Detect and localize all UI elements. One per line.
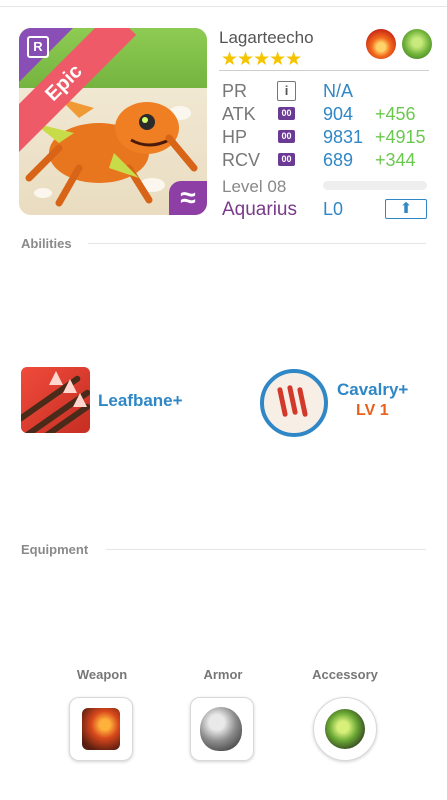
stat-label: PR bbox=[222, 81, 248, 101]
abilities-divider bbox=[88, 243, 426, 244]
ability-level: LV 1 bbox=[356, 402, 389, 419]
claw-mark bbox=[276, 386, 289, 418]
limit-break-level: L0 bbox=[323, 199, 344, 219]
equipment-divider bbox=[106, 549, 426, 550]
stat-bonus: +344 bbox=[375, 150, 416, 170]
upgrade-button[interactable]: ⬆ bbox=[385, 199, 427, 219]
stat-value: 9831 bbox=[323, 127, 364, 147]
name-divider bbox=[219, 70, 429, 71]
leaf-icon bbox=[402, 29, 433, 59]
arrow-up-icon: ⬆ bbox=[399, 200, 413, 217]
monster-portrait[interactable]: Epic R ≈ bbox=[19, 28, 207, 215]
accessory-icon bbox=[325, 709, 365, 749]
weapon-label: Weapon bbox=[76, 667, 128, 682]
stat-label: RCV bbox=[222, 150, 261, 170]
leafbane-spike bbox=[49, 371, 63, 385]
stat-label: ATK bbox=[222, 104, 256, 124]
leafbane-icon[interactable] bbox=[21, 367, 90, 433]
stat-plus-badge: 00 bbox=[278, 153, 295, 166]
zodiac-sign: Aquarius bbox=[222, 199, 297, 220]
stat-plus-badge: 00 bbox=[278, 130, 295, 143]
info-icon[interactable]: i bbox=[277, 81, 296, 101]
rank-badge: R bbox=[27, 36, 49, 58]
top-divider bbox=[0, 6, 447, 7]
stat-bonus: +4915 bbox=[375, 127, 426, 147]
stat-bonus: +456 bbox=[375, 104, 416, 124]
accessory-label: Accessory bbox=[312, 667, 378, 682]
exp-progress-bar bbox=[323, 181, 427, 190]
monster-name: Lagarteecho bbox=[219, 28, 314, 47]
ability-name-leafbane[interactable]: Leafbane+ bbox=[98, 391, 183, 411]
element-icons bbox=[366, 29, 434, 59]
armor-label: Armor bbox=[203, 667, 243, 682]
stat-value: N/A bbox=[323, 81, 354, 101]
abilities-heading: Abilities bbox=[21, 236, 72, 251]
weapon-slot[interactable] bbox=[69, 697, 133, 761]
stat-value: 689 bbox=[323, 150, 354, 170]
accessory-slot[interactable] bbox=[313, 697, 377, 761]
leafbane-spike bbox=[63, 379, 77, 393]
fire-icon bbox=[366, 29, 396, 59]
claw-mark bbox=[296, 386, 309, 418]
weapon-icon bbox=[82, 708, 120, 750]
cavalry-icon[interactable] bbox=[260, 369, 328, 437]
level-label: Level 08 bbox=[222, 177, 287, 196]
armor-slot[interactable] bbox=[190, 697, 254, 761]
equipment-heading: Equipment bbox=[21, 542, 89, 557]
star-rating: ★★★★★ bbox=[221, 49, 302, 70]
stat-label: HP bbox=[222, 127, 248, 147]
aquarius-element-icon: ≈ bbox=[169, 181, 207, 215]
stat-value: 904 bbox=[323, 104, 354, 124]
leafbane-spike bbox=[73, 393, 87, 407]
armor-icon bbox=[200, 707, 242, 751]
stat-plus-badge: 00 bbox=[278, 107, 295, 120]
ability-name-cavalry[interactable]: Cavalry+ bbox=[337, 380, 408, 400]
